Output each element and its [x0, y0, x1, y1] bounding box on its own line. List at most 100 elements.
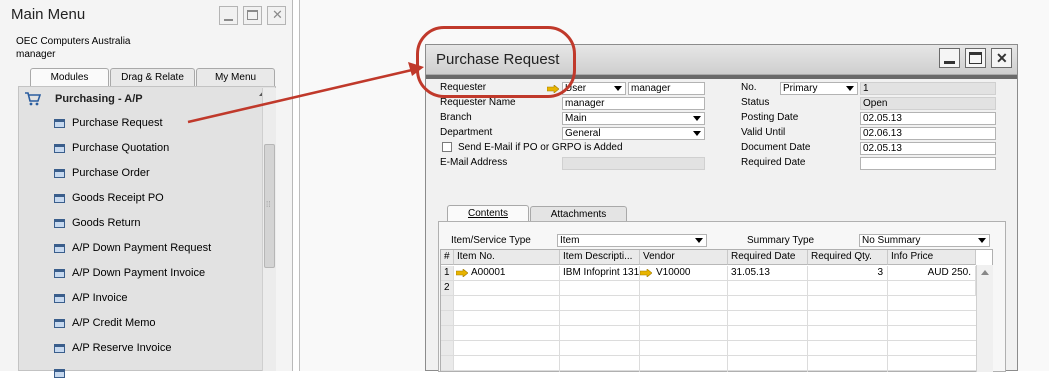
document-date-input[interactable]: 02.05.13 [860, 142, 996, 155]
table-cell-required-qty[interactable]: 3 [808, 266, 888, 281]
status-label: Status [741, 97, 770, 108]
summary-type-select[interactable]: No Summary [859, 234, 990, 247]
maximize-icon [247, 10, 258, 20]
link-arrow-icon[interactable] [640, 269, 652, 277]
tab-attachments[interactable]: Attachments [530, 206, 627, 222]
tab-modules[interactable]: Modules [30, 68, 109, 86]
menu-item-label: Purchase Request [72, 117, 163, 129]
link-arrow-icon[interactable] [456, 269, 468, 277]
column-header-item-description[interactable]: Item Descripti... [560, 250, 640, 265]
valid-until-input[interactable]: 02.06.13 [860, 127, 996, 140]
row-number[interactable] [441, 296, 454, 311]
minimize-icon [224, 19, 233, 21]
tab-label: Attachments [550, 209, 607, 220]
menu-item-label: A/P Credit Memo [72, 317, 156, 329]
tab-my-menu[interactable]: My Menu [196, 68, 275, 86]
module-header[interactable]: Purchasing - A/P [19, 87, 269, 111]
requester-name-label: Requester Name [440, 97, 516, 108]
required-date-input[interactable] [860, 157, 996, 170]
table-row[interactable] [454, 356, 976, 371]
required-date-label: Required Date [741, 157, 806, 168]
menu-item-ap-reserve-invoice[interactable]: A/P Reserve Invoice [19, 336, 259, 361]
menu-item-purchase-quotation[interactable]: Purchase Quotation [19, 136, 259, 161]
row-number[interactable] [441, 326, 454, 341]
column-header-item-no[interactable]: Item No. [454, 250, 560, 265]
item-service-type-label: Item/Service Type [451, 235, 531, 246]
column-header-vendor[interactable]: Vendor [640, 250, 728, 265]
department-select[interactable]: General [562, 127, 705, 140]
series-select[interactable]: Primary [780, 82, 858, 95]
column-divider [807, 296, 808, 372]
menu-item-ap-down-payment-invoice[interactable]: A/P Down Payment Invoice [19, 261, 259, 286]
menu-item-purchase-request[interactable]: Purchase Request [19, 111, 259, 136]
table-row[interactable] [454, 341, 976, 356]
menu-scrollbar[interactable]: ⁞⁞ [262, 88, 276, 371]
table-row[interactable] [454, 311, 976, 326]
summary-type-label: Summary Type [747, 235, 815, 246]
menu-item-ap-invoice[interactable]: A/P Invoice [19, 286, 259, 311]
maximize-button[interactable] [243, 6, 262, 25]
tab-label: Contents [467, 208, 509, 219]
tab-label: Modules [50, 72, 89, 83]
column-header-required-qty[interactable]: Required Qty. [808, 250, 888, 265]
column-header-num[interactable]: # [441, 250, 454, 265]
minimize-button[interactable] [939, 48, 960, 68]
maximize-icon [969, 52, 982, 64]
tab-drag-relate[interactable]: Drag & Relate [110, 68, 195, 86]
row-number[interactable] [441, 356, 454, 371]
menu-item-partial[interactable] [19, 361, 259, 386]
tab-label: Drag & Relate [121, 72, 184, 83]
minimize-button[interactable] [219, 6, 238, 25]
close-button[interactable]: ✕ [991, 48, 1012, 68]
close-button[interactable]: ✕ [267, 6, 286, 25]
scroll-up-icon[interactable] [981, 270, 989, 275]
table-cell-info-price[interactable]: AUD 250. [888, 266, 976, 281]
row-number[interactable] [441, 311, 454, 326]
column-divider [727, 296, 728, 372]
row-number[interactable]: 1 [441, 266, 454, 281]
tab-label: My Menu [214, 72, 257, 83]
posting-date-label: Posting Date [741, 112, 799, 123]
row-number[interactable]: 2 [441, 281, 454, 296]
document-icon [54, 269, 65, 278]
document-icon [54, 119, 65, 128]
table-cell-required-date[interactable] [728, 281, 808, 296]
document-icon [54, 144, 65, 153]
column-divider [639, 296, 640, 372]
table-cell-item-no[interactable] [454, 281, 560, 296]
table-cell-description[interactable]: IBM Infoprint 131 [560, 266, 640, 281]
table-row[interactable] [454, 326, 976, 341]
document-icon [54, 319, 65, 328]
menu-item-goods-return[interactable]: Goods Return [19, 211, 259, 236]
grid-scrollbar[interactable] [976, 265, 993, 372]
tab-contents[interactable]: Contents [447, 205, 529, 222]
table-cell-required-date[interactable]: 31.05.13 [728, 266, 808, 281]
branch-select[interactable]: Main [562, 112, 705, 125]
table-cell-description[interactable] [560, 281, 640, 296]
menu-item-ap-credit-memo[interactable]: A/P Credit Memo [19, 311, 259, 336]
row-number[interactable] [441, 341, 454, 356]
menu-item-ap-down-payment-request[interactable]: A/P Down Payment Request [19, 236, 259, 261]
column-divider [559, 296, 560, 372]
table-cell-info-price[interactable] [888, 281, 976, 296]
column-header-required-date[interactable]: Required Date [728, 250, 808, 265]
column-header-info-price[interactable]: Info Price [888, 250, 976, 265]
requester-name-input[interactable]: manager [562, 97, 705, 110]
table-cell-required-qty[interactable] [808, 281, 888, 296]
menu-item-goods-receipt-po[interactable]: Goods Receipt PO [19, 186, 259, 211]
table-cell-vendor[interactable]: V10000 [640, 266, 728, 281]
posting-date-input[interactable]: 02.05.13 [860, 112, 996, 125]
requester-input[interactable]: manager [628, 82, 705, 95]
send-email-checkbox[interactable] [442, 142, 452, 152]
item-service-type-select[interactable]: Item [557, 234, 707, 247]
menu-item-purchase-order[interactable]: Purchase Order [19, 161, 259, 186]
menu-item-label: A/P Reserve Invoice [72, 342, 172, 354]
maximize-button[interactable] [965, 48, 986, 68]
table-cell-vendor[interactable] [640, 281, 728, 296]
items-grid: # Item No. Item Descripti... Vendor Requ… [440, 249, 993, 372]
table-cell-item-no[interactable]: A00001 [454, 266, 560, 281]
send-email-label: Send E-Mail if PO or GRPO is Added [458, 142, 623, 153]
document-icon [54, 194, 65, 203]
email-input[interactable] [562, 157, 705, 170]
table-row[interactable] [454, 296, 976, 311]
